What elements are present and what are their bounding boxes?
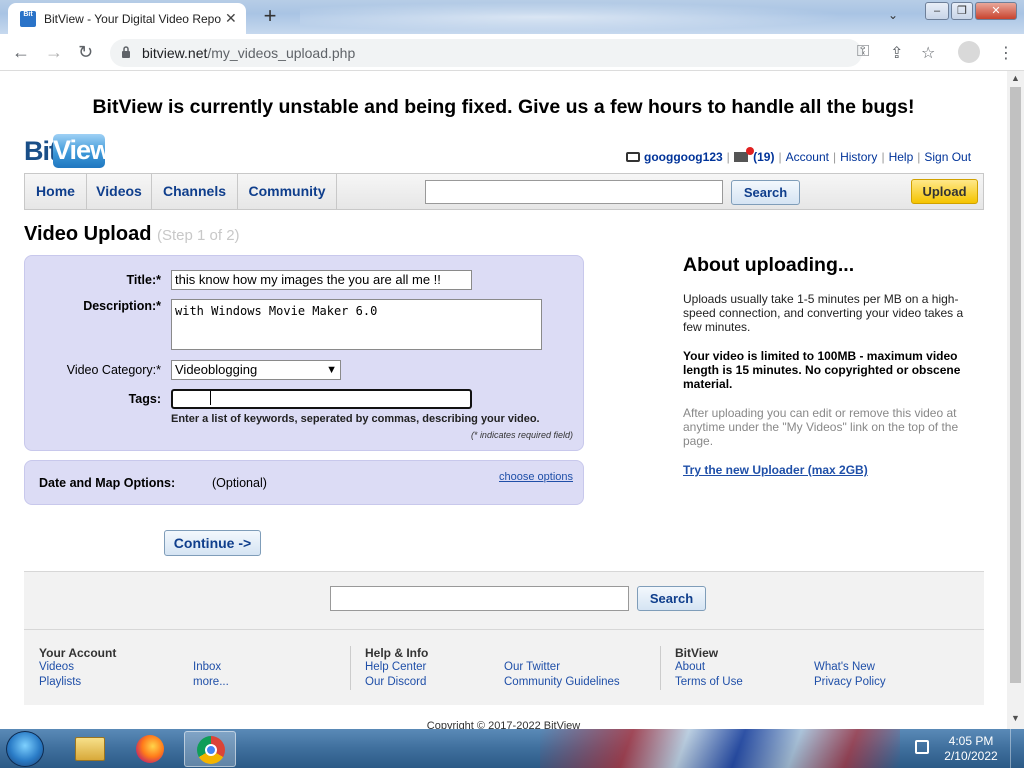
page-title: Video Upload (Step 1 of 2)	[24, 223, 240, 245]
nav-videos[interactable]: Videos	[87, 174, 152, 209]
tags-input[interactable]	[171, 389, 472, 409]
footer-col-divider	[660, 646, 661, 690]
start-button-icon[interactable]	[6, 731, 44, 767]
taskbar-clock[interactable]: 4:05 PM 2/10/2022	[936, 734, 1006, 764]
footer-discord-link[interactable]: Our Discord	[365, 676, 426, 688]
bitview-favicon-icon: Bit	[20, 11, 36, 27]
category-select[interactable]: Videoblogging ▼	[171, 360, 341, 380]
choose-options-link[interactable]: choose options	[480, 471, 573, 483]
continue-button[interactable]: Continue ->	[164, 530, 261, 556]
title-label: Title:*	[126, 273, 162, 287]
footer-your-account-heading: Your Account	[39, 646, 117, 660]
tags-help-text: Enter a list of keywords, seperated by c…	[171, 413, 540, 425]
minimize-window-icon[interactable]: –	[925, 2, 949, 20]
footer-search-button[interactable]: Search	[637, 586, 706, 611]
more-menu-icon[interactable]: ⋮	[998, 43, 1014, 63]
username-link[interactable]: googgoog123	[644, 150, 723, 164]
header-search-button[interactable]: Search	[731, 180, 800, 205]
tags-label: Tags:	[128, 392, 161, 406]
address-bar[interactable]: bitview.net/my_videos_upload.php	[110, 39, 862, 67]
about-paragraph-3: After uploading you can edit or remove t…	[683, 406, 959, 448]
step-indicator: (Step 1 of 2)	[156, 227, 240, 244]
file-explorer-taskbar-icon[interactable]	[64, 731, 116, 767]
scroll-down-arrow-icon[interactable]: ▼	[1011, 713, 1020, 723]
key-icon[interactable]: ⚿	[857, 43, 869, 61]
about-paragraph-2: Your video is limited to 100MB - maximum…	[683, 349, 961, 391]
footer-more-link[interactable]: more...	[193, 676, 229, 688]
share-icon[interactable]: ⇪	[890, 43, 903, 63]
clock-date: 2/10/2022	[944, 749, 998, 763]
text-cursor-icon	[210, 391, 212, 405]
history-link[interactable]: History	[840, 150, 877, 164]
upload-button[interactable]: Upload	[911, 179, 978, 204]
help-link[interactable]: Help	[889, 150, 914, 164]
account-link[interactable]: Account	[786, 150, 829, 164]
site-warning-banner: BitView is currently unstable and being …	[92, 96, 915, 118]
new-uploader-link[interactable]: Try the new Uploader (max 2GB)	[683, 463, 973, 477]
scrollbar-thumb[interactable]	[1010, 87, 1021, 683]
date-map-label: Date and Map Options:	[39, 476, 176, 490]
about-paragraph-1: Uploads usually take 1-5 minutes per MB …	[683, 292, 964, 334]
nav-home[interactable]: Home	[25, 174, 87, 209]
footer-bitview-heading: BitView	[675, 646, 719, 660]
footer-col-divider	[350, 646, 351, 690]
footer-guidelines-link[interactable]: Community Guidelines	[504, 676, 620, 688]
footer-terms-link[interactable]: Terms of Use	[675, 676, 743, 688]
footer-help-heading: Help & Info	[365, 646, 429, 660]
dropdown-arrow-icon: ▼	[326, 364, 337, 376]
show-desktop-button[interactable]	[1010, 729, 1024, 768]
maximize-window-icon[interactable]: ❐	[951, 2, 973, 20]
required-note: (* indicates required field)	[470, 430, 573, 440]
footer-help-center-link[interactable]: Help Center	[365, 661, 426, 673]
reload-icon[interactable]: ↻	[78, 42, 93, 62]
profile-avatar-icon[interactable]	[958, 41, 980, 63]
inbox-mail-icon[interactable]	[733, 147, 754, 162]
title-input[interactable]: this know how my images the you are all …	[171, 270, 472, 290]
new-tab-plus-icon[interactable]: +	[256, 5, 284, 29]
date-map-optional: (Optional)	[212, 476, 267, 490]
close-tab-icon[interactable]: ✕	[225, 10, 237, 27]
footer-whats-new-link[interactable]: What's New	[814, 661, 875, 673]
url-text: bitview.net/my_videos_upload.php	[142, 45, 356, 61]
tab-title: BitView - Your Digital Video Repo	[44, 12, 221, 26]
forward-arrow-icon[interactable]: →	[45, 42, 63, 62]
scroll-up-arrow-icon[interactable]: ▲	[1011, 73, 1020, 83]
back-arrow-icon[interactable]: ←	[12, 42, 30, 62]
footer-videos-link[interactable]: Videos	[39, 661, 74, 673]
chrome-taskbar-icon[interactable]	[184, 731, 236, 767]
user-bar: googgoog123 | (19) | Account | History | Help | S…	[626, 147, 971, 164]
lock-icon	[122, 46, 130, 58]
footer-privacy-link[interactable]: Privacy Policy	[814, 676, 886, 688]
network-icon[interactable]	[915, 740, 929, 754]
nav-channels[interactable]: Channels	[152, 174, 238, 209]
description-label: Description:*	[83, 299, 161, 313]
about-uploading-heading: About uploading...	[683, 254, 855, 276]
footer-twitter-link[interactable]: Our Twitter	[504, 661, 560, 673]
header-search-input[interactable]	[425, 180, 723, 204]
tab-search-chevron-icon[interactable]: ⌄	[888, 8, 898, 22]
bookmark-star-icon[interactable]: ☆	[921, 43, 935, 63]
clock-time: 4:05 PM	[948, 734, 994, 748]
nav-community[interactable]: Community	[238, 174, 337, 209]
firefox-taskbar-icon[interactable]	[124, 731, 176, 767]
footer-playlists-link[interactable]: Playlists	[39, 676, 81, 688]
footer-divider	[24, 629, 984, 630]
category-label: Video Category:*	[66, 363, 161, 377]
description-textarea[interactable]: with Windows Movie Maker 6.0	[171, 299, 542, 350]
browser-tab[interactable]: Bit BitView - Your Digital Video Repo ✕	[8, 3, 246, 34]
footer-about-link[interactable]: About	[675, 661, 705, 673]
close-window-icon[interactable]: ✕	[975, 2, 1017, 20]
inbox-count[interactable]: (19)	[753, 150, 774, 164]
footer-inbox-link[interactable]: Inbox	[193, 661, 221, 673]
page-scrollbar[interactable]: ▲ ▼	[1007, 71, 1024, 729]
sign-out-link[interactable]: Sign Out	[924, 150, 971, 164]
footer-search-input[interactable]	[330, 586, 629, 611]
tv-icon	[626, 152, 640, 162]
